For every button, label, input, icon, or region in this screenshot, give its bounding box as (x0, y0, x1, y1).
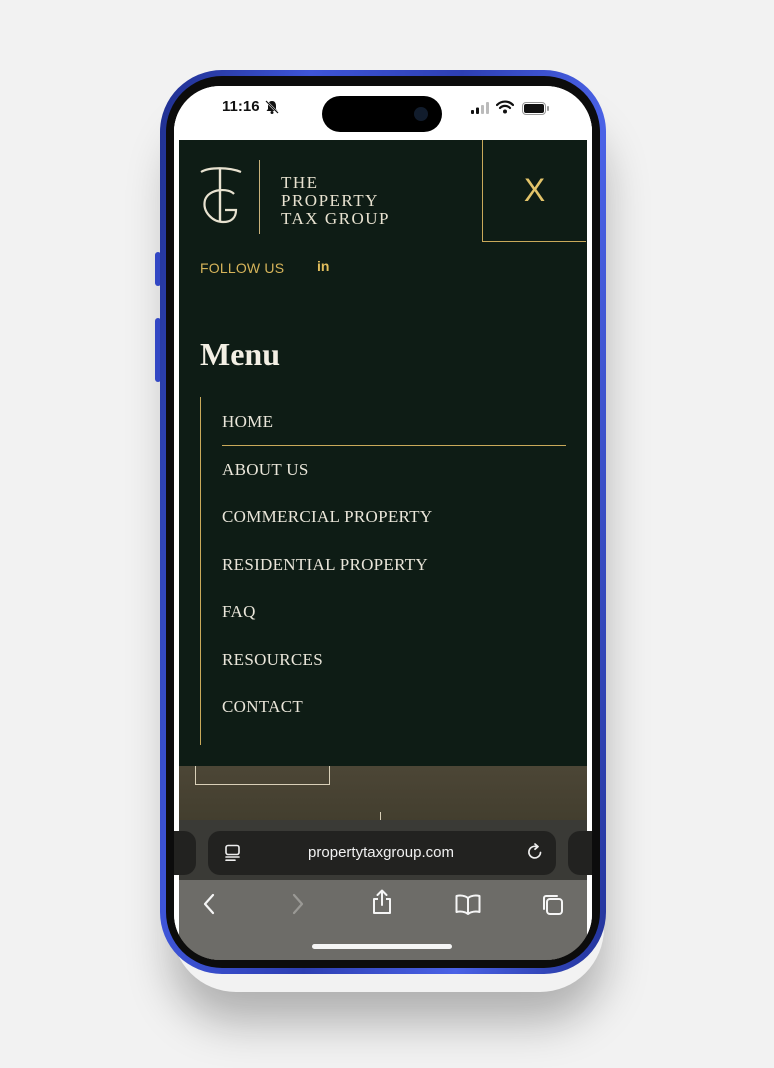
page-menu-icon[interactable] (224, 844, 242, 862)
previous-tab-peek[interactable] (174, 831, 196, 875)
home-indicator[interactable] (312, 944, 452, 949)
battery-icon (522, 102, 549, 115)
brand-monogram-logo[interactable] (199, 164, 243, 231)
dynamic-island (322, 96, 442, 132)
tabs-icon[interactable] (540, 892, 566, 918)
menu-item-contact[interactable]: CONTACT (222, 683, 566, 731)
close-icon: X (523, 172, 546, 208)
hero-outline-button (195, 766, 330, 785)
brand-line-3: TAX GROUP (281, 209, 390, 228)
forward-icon[interactable] (287, 892, 307, 916)
share-icon[interactable] (370, 888, 394, 916)
close-menu-button[interactable]: X (482, 140, 586, 242)
menu-item-home[interactable]: HOME (222, 398, 566, 446)
brand-line-1: THE (281, 173, 319, 192)
brand-wordmark: THE PROPERTY TAX GROUP (281, 174, 451, 228)
follow-us-label: FOLLOW US (200, 260, 285, 276)
logo-divider (259, 160, 260, 234)
reload-icon[interactable] (526, 843, 544, 861)
cellular-signal-icon (471, 102, 489, 114)
back-icon[interactable] (200, 892, 220, 916)
screen-edge-right (587, 86, 592, 960)
menu-item-residential-property[interactable]: RESIDENTIAL PROPERTY (222, 541, 566, 589)
menu-title: Menu (200, 336, 280, 372)
wifi-icon (496, 100, 514, 114)
next-tab-peek[interactable] (568, 831, 592, 875)
menu-item-commercial-property[interactable]: COMMERCIAL PROPERTY (222, 493, 566, 541)
menu-item-faq[interactable]: FAQ (222, 588, 566, 636)
menu-item-resources[interactable]: RESOURCES (222, 636, 566, 684)
silent-bell-icon (265, 100, 279, 114)
phone-screen: 11:16 THE PROPERTY TAX GROUP X FOLLOW US… (174, 86, 592, 960)
navigation-menu-panel: THE PROPERTY TAX GROUP X FOLLOW US in Me… (179, 140, 587, 766)
front-camera (414, 107, 428, 121)
status-bar: 11:16 (174, 86, 592, 140)
url-text[interactable]: propertytaxgroup.com (266, 844, 496, 861)
status-time: 11:16 (222, 98, 260, 115)
menu-item-about-us[interactable]: ABOUT US (222, 446, 566, 494)
brand-line-2: PROPERTY (281, 191, 379, 210)
tg-monogram-icon (200, 167, 242, 224)
menu-list: HOME ABOUT US COMMERCIAL PROPERTY RESIDE… (222, 398, 566, 731)
linkedin-icon[interactable]: in (317, 258, 329, 274)
bookmarks-icon[interactable] (454, 892, 482, 916)
menu-rail-divider (200, 397, 201, 745)
